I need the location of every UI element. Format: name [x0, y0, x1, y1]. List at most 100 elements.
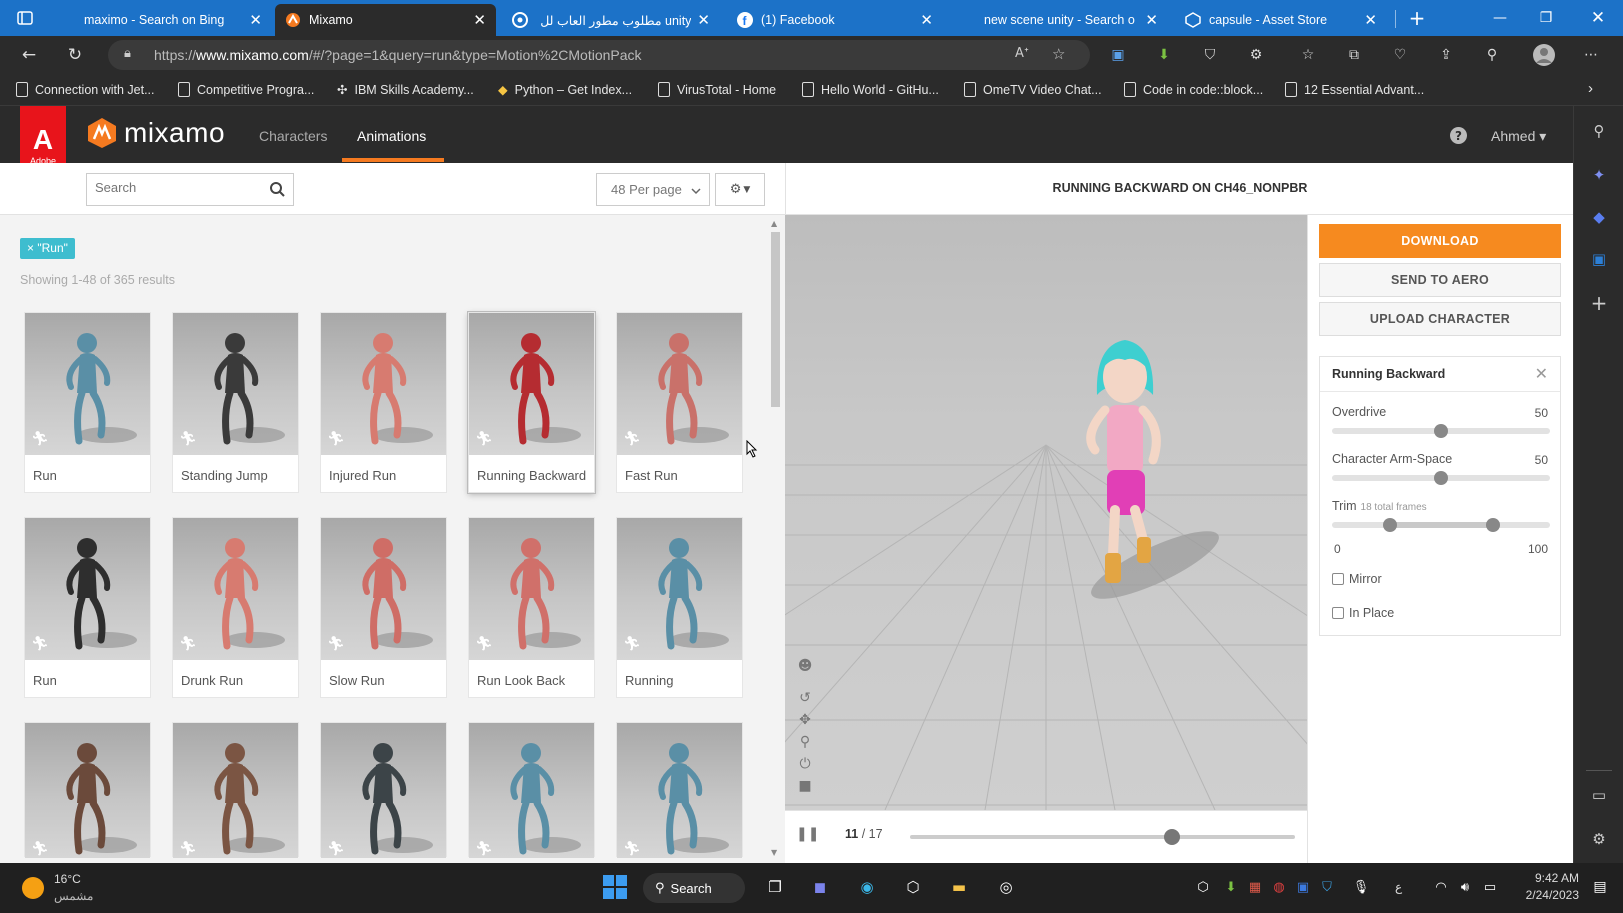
windows-start-icon[interactable]: [602, 874, 628, 900]
tab-facebook[interactable]: f (1) Facebook ✕: [727, 4, 943, 36]
zoom-icon[interactable]: ⚲: [796, 733, 814, 751]
timeline-track[interactable]: [910, 835, 1295, 839]
outlook-icon[interactable]: ▣: [1588, 248, 1610, 270]
animation-card[interactable]: 🏃︎: [172, 722, 299, 858]
overdrive-slider-handle[interactable]: [1434, 424, 1448, 438]
unity-hub-icon[interactable]: ⬡: [900, 874, 926, 900]
search-icon[interactable]: ⚲: [1588, 120, 1610, 142]
3d-viewport[interactable]: [785, 215, 1307, 810]
games-icon[interactable]: ◆: [1588, 206, 1610, 228]
restore-icon[interactable]: ❐: [1523, 0, 1569, 36]
skeleton-toggle-icon[interactable]: ☻: [796, 657, 814, 675]
add-icon[interactable]: +: [1588, 291, 1610, 315]
tab-mixamo[interactable]: Mixamo ✕: [275, 4, 496, 36]
mixamo-logo[interactable]: mixamo: [86, 117, 225, 149]
settings-icon[interactable]: ⚙: [1588, 828, 1610, 850]
close-icon[interactable]: ✕: [920, 11, 933, 29]
tab-asset-store[interactable]: capsule - Asset Store ✕: [1175, 4, 1387, 36]
close-icon[interactable]: ✕: [1535, 364, 1548, 383]
edge-icon[interactable]: ◉: [854, 874, 880, 900]
feedback-icon[interactable]: ⚲: [1481, 44, 1503, 66]
back-icon[interactable]: ←: [16, 43, 42, 67]
trim-end-handle[interactable]: [1486, 518, 1500, 532]
animation-card[interactable]: 🏃︎ Run: [24, 517, 151, 698]
minimize-icon[interactable]: —: [1477, 0, 1523, 36]
animation-card[interactable]: 🏃︎ Run: [24, 312, 151, 493]
lock-icon[interactable]: 🔒︎: [124, 46, 131, 61]
teams-chat-icon[interactable]: ◼: [807, 874, 833, 900]
user-menu[interactable]: Ahmed ▾: [1491, 128, 1546, 145]
unity-tray-icon[interactable]: ⬡: [1190, 874, 1216, 900]
new-tab-icon[interactable]: +: [1404, 6, 1430, 30]
close-icon[interactable]: ✕: [1364, 11, 1377, 29]
chevron-right-icon[interactable]: ›: [1588, 80, 1593, 97]
bookmark-item[interactable]: VirusTotal - Home: [658, 82, 776, 97]
read-aloud-icon[interactable]: Aᐩ: [1015, 46, 1029, 61]
scroll-down-icon[interactable]: ▼: [771, 848, 777, 857]
volume-icon[interactable]: 🔊︎: [1452, 874, 1478, 900]
tab-bing-maximo[interactable]: maximo - Search on Bing ✕: [50, 4, 272, 36]
temperature[interactable]: 16°C: [54, 872, 81, 886]
clock-date[interactable]: 2/24/2023: [1513, 888, 1579, 902]
close-icon[interactable]: ✕: [249, 11, 262, 29]
scrollbar-thumb[interactable]: [771, 232, 780, 407]
close-icon[interactable]: ✕: [473, 11, 486, 29]
battery-icon[interactable]: ▭: [1477, 874, 1503, 900]
power-icon[interactable]: ⏻: [796, 755, 814, 773]
animation-card[interactable]: 🏃︎ Running: [616, 517, 743, 698]
animation-card[interactable]: 🏃︎: [616, 722, 743, 858]
word-tray-icon[interactable]: ▣: [1290, 874, 1316, 900]
microphone-icon[interactable]: 🎙︎: [1348, 874, 1374, 900]
settings-dropdown[interactable]: ⚙ ▼: [715, 173, 765, 206]
bookmark-item[interactable]: Code in code::block...: [1124, 82, 1263, 97]
tab-unity-job[interactable]: unity مطلوب مطور العاب لل ✕: [502, 4, 720, 36]
send-to-aero-button[interactable]: SEND TO AERO: [1319, 263, 1561, 297]
sun-weather-icon[interactable]: [22, 877, 44, 899]
animation-card[interactable]: 🏃︎ Running Backward: [468, 312, 595, 493]
nav-animations[interactable]: Animations: [357, 128, 426, 144]
collections-icon[interactable]: ⧉: [1343, 44, 1365, 66]
clock-time[interactable]: 9:42 AM: [1523, 871, 1579, 885]
defender-tray-icon[interactable]: ⛉: [1314, 874, 1340, 900]
download-tray-icon[interactable]: ⬇: [1218, 874, 1244, 900]
more-menu-icon[interactable]: ⋯: [1580, 44, 1602, 66]
timeline-scrubber[interactable]: [1163, 829, 1180, 845]
bookmark-item[interactable]: ✣ IBM Skills Academy...: [337, 82, 474, 98]
close-icon[interactable]: ✕: [1145, 11, 1158, 29]
search-box[interactable]: [86, 173, 294, 206]
animation-card[interactable]: 🏃︎ Run Look Back: [468, 517, 595, 698]
extensions-icon[interactable]: ⚙: [1245, 44, 1267, 66]
sidebar-toggle-icon[interactable]: ▭: [1588, 784, 1610, 806]
app-tray-icon[interactable]: ▦: [1242, 874, 1268, 900]
reset-camera-icon[interactable]: ↺: [796, 689, 814, 707]
bookmark-item[interactable]: Hello World - GitHu...: [802, 82, 939, 97]
bookmark-item[interactable]: Connection with Jet...: [16, 82, 155, 97]
profile-avatar-icon[interactable]: [1533, 44, 1555, 66]
search-icon[interactable]: [270, 182, 285, 201]
in-place-checkbox[interactable]: In Place: [1332, 606, 1394, 620]
bookmark-item[interactable]: 12 Essential Advant...: [1285, 82, 1424, 97]
pan-icon[interactable]: ✥: [796, 711, 814, 729]
translate-icon[interactable]: ▣: [1107, 44, 1129, 66]
search-input[interactable]: [95, 180, 265, 195]
input-language[interactable]: ع: [1395, 880, 1402, 894]
bookmark-item[interactable]: OmeTV Video Chat...: [964, 82, 1102, 97]
pause-icon[interactable]: ❚❚: [796, 826, 819, 842]
mirror-checkbox[interactable]: Mirror: [1332, 572, 1382, 586]
animation-card[interactable]: 🏃︎ Slow Run: [320, 517, 447, 698]
download-button[interactable]: DOWNLOAD: [1319, 224, 1561, 258]
file-explorer-icon[interactable]: ▬: [946, 874, 972, 900]
favorite-star-icon[interactable]: ☆: [1052, 45, 1065, 63]
animation-card[interactable]: 🏃︎: [468, 722, 595, 858]
per-page-select[interactable]: 48 Per page: [596, 173, 710, 206]
checkbox[interactable]: [1332, 573, 1344, 585]
taskbar-search[interactable]: ⚲ Search: [643, 873, 745, 903]
notifications-icon[interactable]: ▤: [1587, 874, 1613, 900]
copilot-icon[interactable]: ✦: [1588, 164, 1610, 186]
bookmark-item[interactable]: ◆ Python – Get Index...: [498, 82, 632, 98]
animation-card[interactable]: 🏃︎ Drunk Run: [172, 517, 299, 698]
task-view-icon[interactable]: ❐: [762, 874, 788, 900]
tab-actions-icon[interactable]: [12, 6, 38, 30]
animation-card[interactable]: 🏃︎: [320, 722, 447, 858]
bookmark-item[interactable]: Competitive Progra...: [178, 82, 314, 97]
